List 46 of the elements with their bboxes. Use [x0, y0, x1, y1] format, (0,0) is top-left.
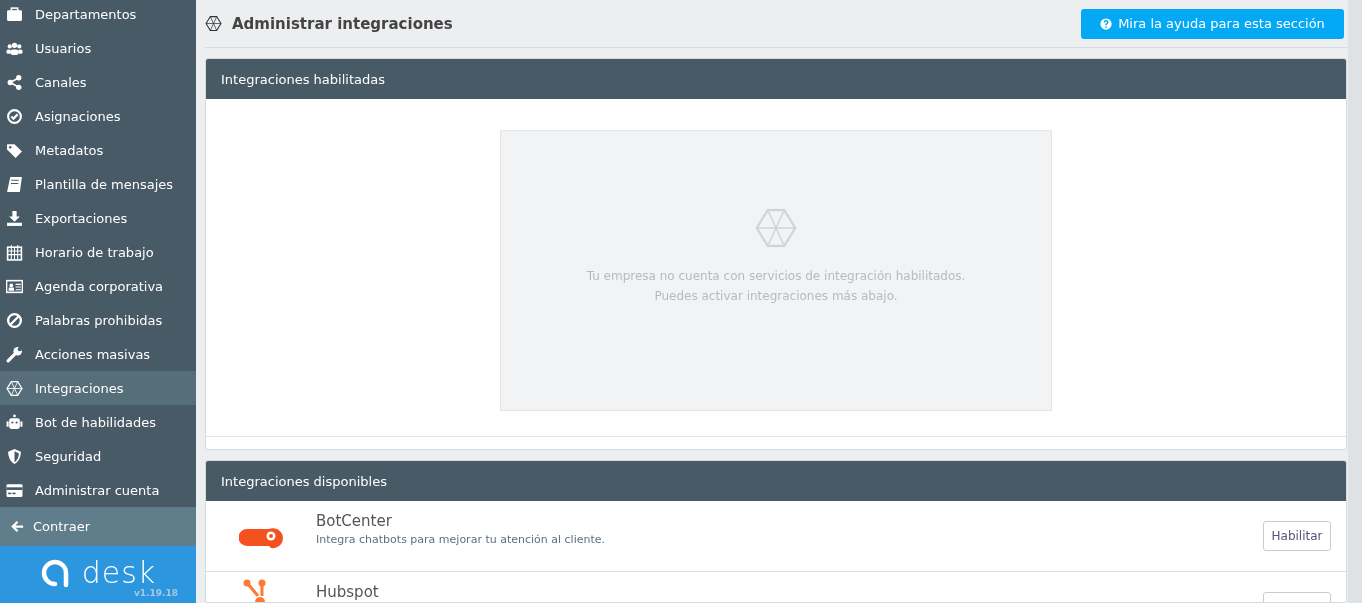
question-icon [1100, 17, 1113, 30]
sidebar-item[interactable]: Canales [0, 65, 196, 99]
robot-icon [6, 413, 23, 431]
logo-icon [39, 557, 70, 588]
hub-network-icon [242, 579, 266, 602]
download-icon [6, 209, 23, 227]
credit-card-icon [6, 481, 23, 499]
sidebar-item[interactable]: Agenda corporativa [0, 269, 196, 303]
sidebar-item[interactable]: Acciones masivas [0, 337, 196, 371]
page-title: Administrar integraciones [232, 14, 453, 33]
sidebar-item[interactable]: Palabras prohibidas [0, 303, 196, 337]
check-circle-icon [6, 107, 23, 125]
calendar-icon [6, 243, 23, 261]
sidebar-item[interactable]: Plantilla de mensajes [0, 167, 196, 201]
panel-title: Integraciones disponibles [221, 473, 387, 489]
sidebar-item[interactable]: Exportaciones [0, 201, 196, 235]
empty-message: Tu empresa no cuenta con servicios de integración habilitados. [586, 267, 966, 285]
integration-name: BotCenter [316, 512, 393, 530]
sidebar-item[interactable]: Metadatos [0, 133, 196, 167]
shield-icon [6, 447, 23, 465]
sidebar-item[interactable]: Usuarios [0, 31, 196, 65]
sidebar-item[interactable]: Horario de trabajo [0, 235, 196, 269]
logo-text: desk [81, 557, 157, 588]
integration-description: Integra chatbots para mejorar tu atención al cliente. [316, 533, 607, 546]
hexagon-icon [6, 379, 23, 397]
hexagon-icon [205, 15, 222, 32]
empty-message: Puedes activar integraciones más abajo. [654, 287, 898, 305]
version-label: v1.19.18 [134, 587, 178, 598]
collapse-button[interactable]: Contraer [0, 507, 196, 547]
book-icon [6, 175, 23, 193]
sidebar-item[interactable]: Bot de habilidades [0, 405, 196, 439]
sidebar-item[interactable]: Asignaciones [0, 99, 196, 133]
tag-icon [6, 141, 23, 159]
briefcase-icon [6, 5, 23, 23]
sidebar-item[interactable]: Departamentos [0, 0, 196, 31]
share-icon [6, 73, 23, 91]
arrow-left-icon [10, 519, 25, 535]
wrench-icon [6, 345, 23, 363]
integration-name: Hubspot [316, 583, 380, 601]
sidebar-item[interactable]: Integraciones [0, 371, 196, 405]
sidebar-item[interactable]: Administrar cuenta [0, 473, 196, 507]
panel-title: Integraciones habilitadas [221, 71, 385, 87]
enable-button[interactable]: Habilitar [1263, 521, 1331, 551]
sidebar-item[interactable]: Seguridad [0, 439, 196, 473]
id-card-icon [6, 277, 23, 295]
ban-icon [6, 311, 23, 329]
